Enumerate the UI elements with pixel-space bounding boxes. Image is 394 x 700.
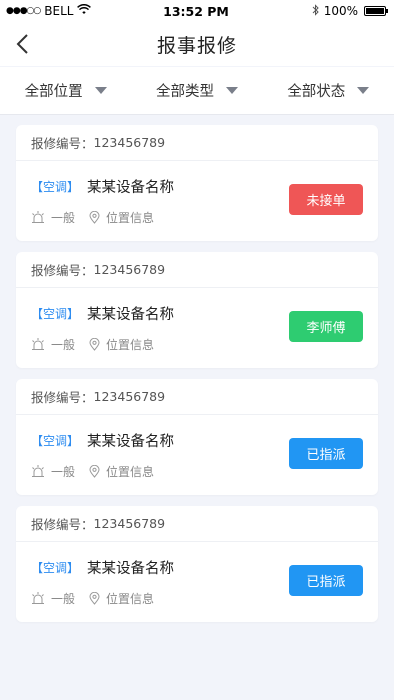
- filter-status[interactable]: 全部状态: [263, 67, 394, 114]
- repair-card[interactable]: 报修编号： 123456789 【空调】 某某设备名称 一般 位置信息 未接单: [16, 125, 378, 241]
- alarm-light-icon: [32, 465, 44, 477]
- status-button[interactable]: 已指派: [289, 565, 363, 596]
- urgency-level: 一般: [51, 211, 76, 225]
- repair-body: 【空调】 某某设备名称 一般 位置信息 未接单: [16, 161, 378, 241]
- repair-list: 报修编号： 123456789 【空调】 某某设备名称 一般 位置信息 未接单: [0, 115, 394, 622]
- status-button[interactable]: 未接单: [289, 184, 363, 215]
- repair-number-label: 报修编号：: [31, 517, 94, 532]
- location-info: 位置信息: [106, 465, 155, 479]
- device-name: 某某设备名称: [87, 307, 175, 323]
- filter-bar: 全部位置 全部类型 全部状态: [0, 67, 394, 115]
- filter-location[interactable]: 全部位置: [0, 67, 131, 114]
- category-tag: 【空调】: [31, 434, 80, 448]
- location-pin-icon: [89, 592, 100, 605]
- clock: 13:52 PM: [163, 3, 229, 19]
- caret-down-icon: [94, 87, 107, 94]
- bluetooth-icon: [312, 3, 320, 19]
- filter-type[interactable]: 全部类型: [131, 67, 262, 114]
- repair-body: 【空调】 某某设备名称 一般 位置信息 李师傅: [16, 288, 378, 368]
- repair-card[interactable]: 报修编号： 123456789 【空调】 某某设备名称 一般 位置信息 已指派: [16, 379, 378, 495]
- repair-number: 123456789: [93, 389, 166, 404]
- page-title: 报事报修: [156, 34, 237, 57]
- alarm-light-icon: [32, 592, 44, 604]
- urgency-level: 一般: [51, 338, 76, 352]
- alarm-light-icon: [32, 338, 44, 350]
- repair-card[interactable]: 报修编号： 123456789 【空调】 某某设备名称 一般 位置信息 已指派: [16, 506, 378, 622]
- filter-label: 全部位置: [24, 84, 83, 100]
- device-name: 某某设备名称: [87, 561, 175, 577]
- battery-icon: [364, 6, 388, 16]
- repair-number-label: 报修编号：: [31, 136, 94, 151]
- status-left: ●●●○○ BELL: [6, 3, 126, 18]
- status-right: 100%: [266, 3, 388, 19]
- repair-number: 123456789: [93, 262, 166, 277]
- wifi-icon: [77, 3, 92, 18]
- filter-label: 全部状态: [287, 84, 346, 100]
- repair-number: 123456789: [93, 516, 166, 531]
- category-tag: 【空调】: [31, 180, 80, 194]
- repair-number-row: 报修编号： 123456789: [16, 506, 378, 542]
- status-bar: ●●●○○ BELL 13:52 PM 100%: [0, 0, 394, 22]
- repair-number: 123456789: [93, 135, 166, 150]
- repair-number-row: 报修编号： 123456789: [16, 125, 378, 161]
- location-pin-icon: [89, 465, 100, 478]
- signal-icon: ●●●○○: [6, 6, 41, 16]
- category-tag: 【空调】: [31, 307, 80, 321]
- location-info: 位置信息: [106, 211, 155, 225]
- urgency-level: 一般: [51, 465, 76, 479]
- battery-percent: 100%: [323, 4, 358, 18]
- repair-number-row: 报修编号： 123456789: [16, 379, 378, 415]
- location-pin-icon: [89, 211, 100, 224]
- repair-number-label: 报修编号：: [31, 390, 94, 405]
- location-info: 位置信息: [106, 592, 155, 606]
- caret-down-icon: [225, 87, 238, 94]
- repair-body: 【空调】 某某设备名称 一般 位置信息 已指派: [16, 415, 378, 495]
- repair-card[interactable]: 报修编号： 123456789 【空调】 某某设备名称 一般 位置信息 李师傅: [16, 252, 378, 368]
- repair-number-row: 报修编号： 123456789: [16, 252, 378, 288]
- alarm-light-icon: [32, 211, 44, 223]
- status-button[interactable]: 李师傅: [289, 311, 363, 342]
- urgency-level: 一般: [51, 592, 76, 606]
- category-tag: 【空调】: [31, 561, 80, 575]
- repair-body: 【空调】 某某设备名称 一般 位置信息 已指派: [16, 542, 378, 622]
- caret-down-icon: [357, 87, 370, 94]
- back-button[interactable]: [14, 32, 34, 56]
- nav-bar: 报事报修: [0, 22, 394, 66]
- location-pin-icon: [89, 338, 100, 351]
- filter-label: 全部类型: [155, 84, 214, 100]
- repair-number-label: 报修编号：: [31, 263, 94, 278]
- device-name: 某某设备名称: [87, 180, 175, 196]
- chevron-left-icon: [16, 34, 28, 54]
- location-info: 位置信息: [106, 338, 155, 352]
- carrier-name: BELL: [44, 4, 74, 18]
- device-name: 某某设备名称: [87, 434, 175, 450]
- status-button[interactable]: 已指派: [289, 438, 363, 469]
